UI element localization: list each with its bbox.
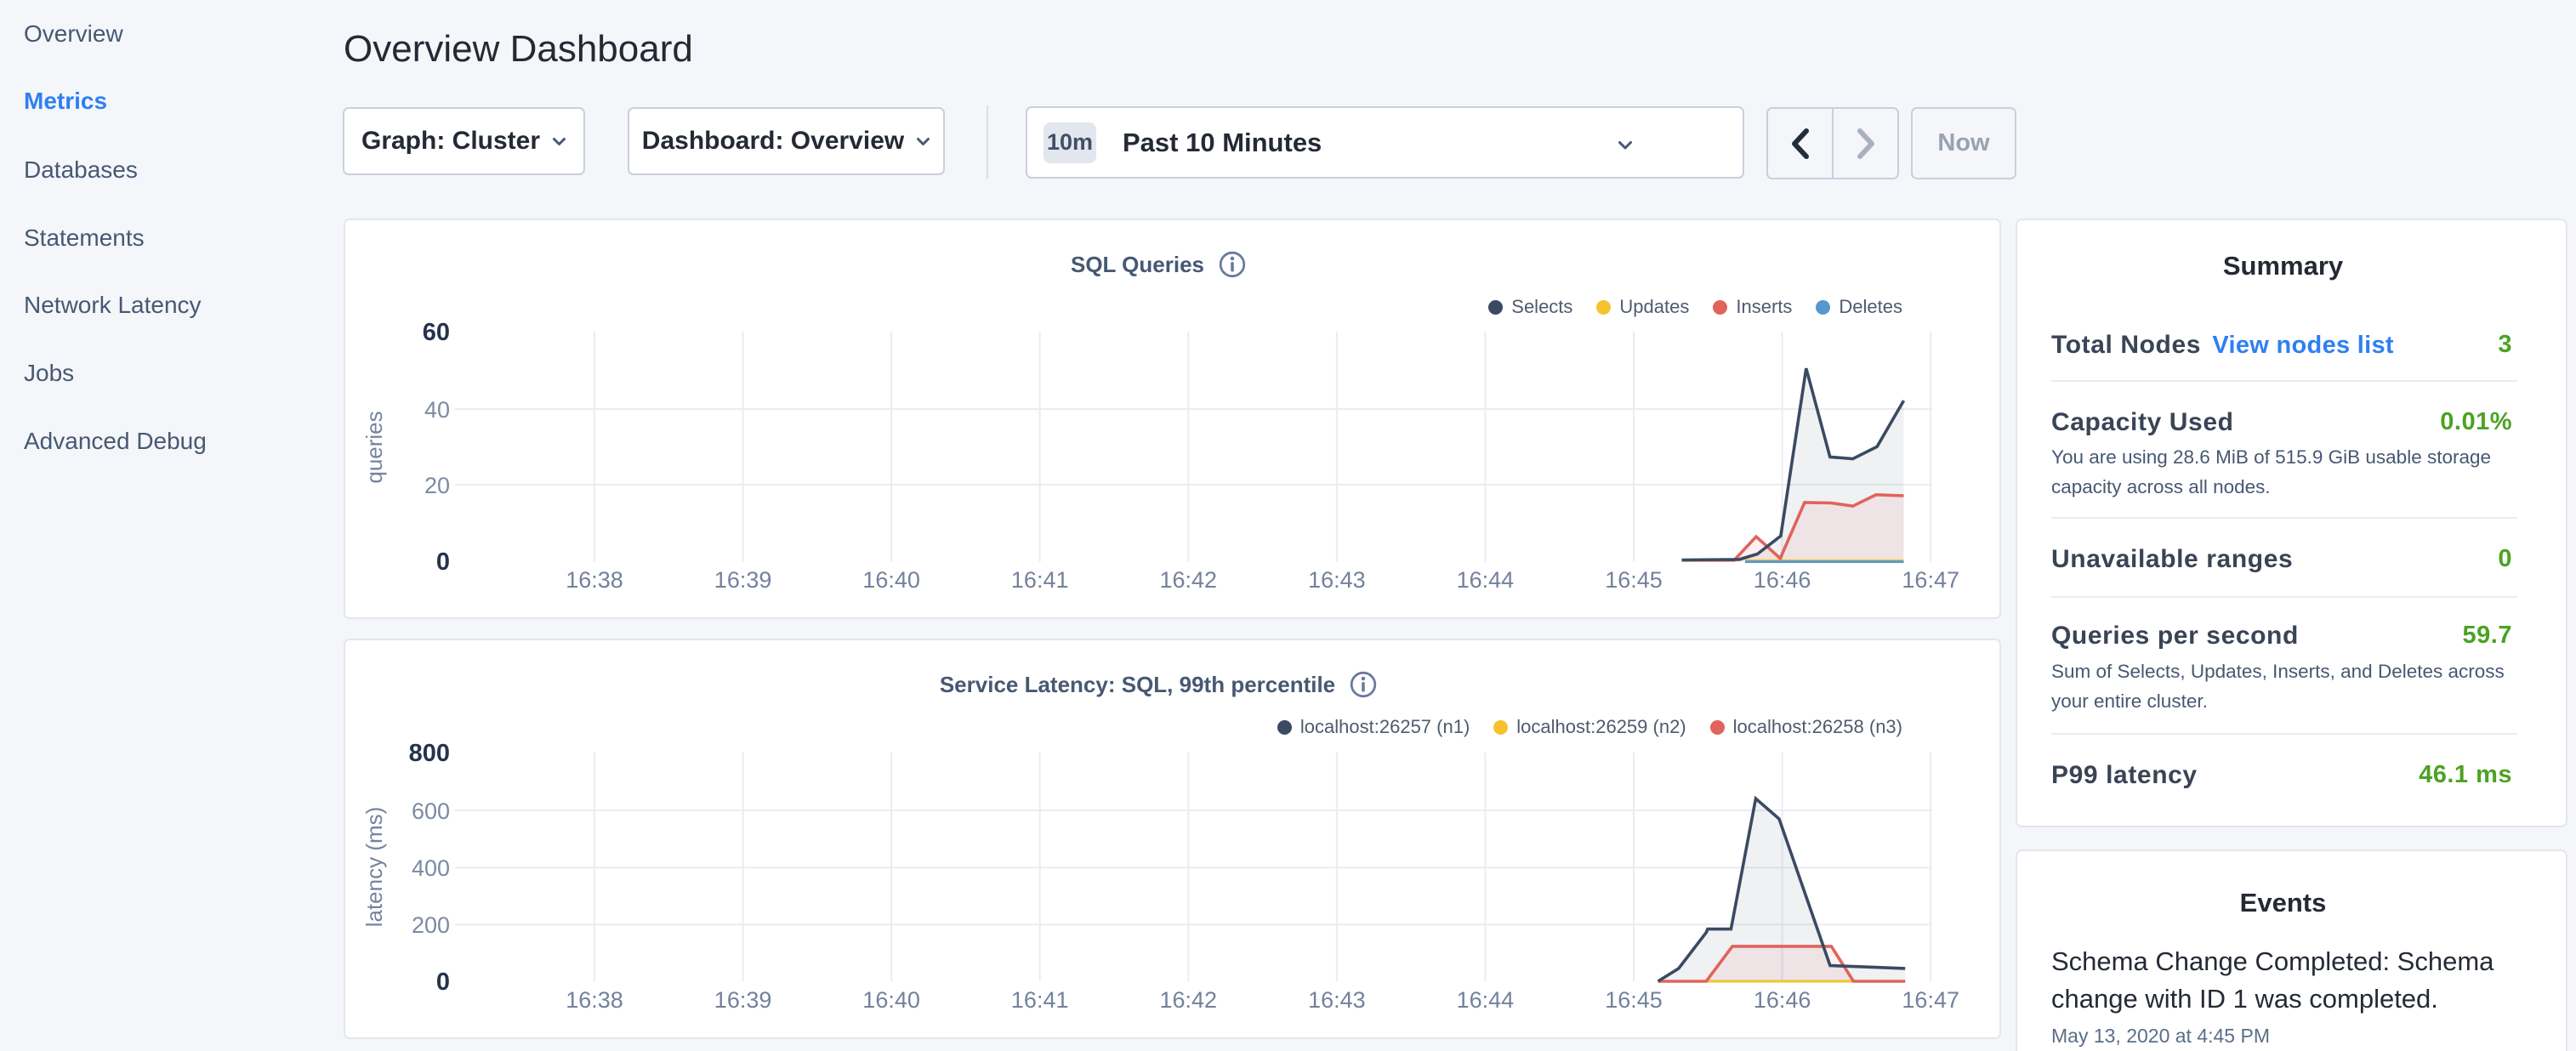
svg-text:queries: queries [361, 411, 387, 483]
svg-text:400: 400 [412, 855, 450, 881]
svg-text:0: 0 [436, 548, 450, 576]
svg-text:16:41: 16:41 [1011, 567, 1069, 593]
svg-text:800: 800 [409, 740, 450, 767]
svg-text:200: 200 [412, 912, 450, 938]
svg-text:16:43: 16:43 [1308, 567, 1366, 593]
svg-text:16:40: 16:40 [862, 567, 920, 593]
svg-text:16:38: 16:38 [566, 987, 623, 1013]
svg-text:16:46: 16:46 [1754, 567, 1811, 593]
svg-text:16:42: 16:42 [1160, 987, 1218, 1013]
svg-text:16:44: 16:44 [1457, 567, 1515, 593]
svg-text:16:47: 16:47 [1902, 987, 1959, 1013]
svg-text:16:45: 16:45 [1605, 987, 1663, 1013]
svg-text:60: 60 [423, 319, 450, 346]
svg-text:16:44: 16:44 [1457, 987, 1515, 1013]
svg-text:16:46: 16:46 [1754, 987, 1811, 1013]
svg-text:16:40: 16:40 [862, 987, 920, 1013]
svg-text:16:38: 16:38 [566, 567, 623, 593]
svg-text:600: 600 [412, 798, 450, 824]
svg-text:16:43: 16:43 [1308, 987, 1366, 1013]
svg-text:40: 40 [424, 397, 450, 423]
svg-text:16:39: 16:39 [714, 987, 772, 1013]
svg-text:16:41: 16:41 [1011, 987, 1069, 1013]
svg-text:16:39: 16:39 [714, 567, 772, 593]
svg-text:16:42: 16:42 [1160, 567, 1218, 593]
svg-text:16:45: 16:45 [1605, 567, 1663, 593]
svg-text:latency (ms): latency (ms) [361, 807, 387, 928]
svg-text:16:47: 16:47 [1902, 567, 1959, 593]
svg-text:20: 20 [424, 473, 450, 498]
svg-text:0: 0 [436, 969, 450, 996]
